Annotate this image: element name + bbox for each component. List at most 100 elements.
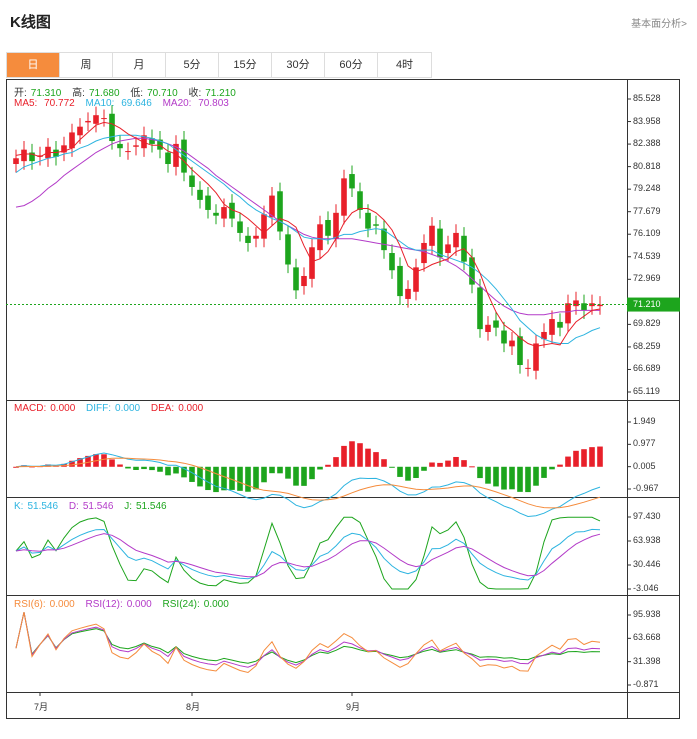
ma5-value: 70.772 (44, 98, 75, 109)
candle-body-33 (277, 191, 283, 232)
rsi6-value: 0.000 (49, 599, 75, 610)
candle-body-51 (421, 242, 427, 264)
macd-bar-54 (445, 460, 451, 467)
price-axis-label-2: 82.388 (633, 138, 661, 149)
macd-bar-56 (461, 460, 467, 467)
tab-3[interactable]: 5分 (166, 53, 219, 77)
macd-bar-26 (221, 466, 227, 491)
candle-body-61 (501, 330, 507, 344)
j-label: J: (124, 501, 132, 512)
macd-bar-35 (293, 466, 299, 486)
dea-label: DEA: (150, 403, 175, 414)
macd-bar-12 (109, 459, 115, 467)
candle-body-30 (253, 235, 259, 239)
macd-bar-18 (157, 466, 163, 472)
candle-body-69 (565, 303, 571, 324)
macd-bar-64 (525, 466, 531, 493)
macd-bar-70 (573, 450, 579, 467)
macd-bar-33 (277, 466, 283, 474)
macd-bar-59 (485, 466, 491, 484)
j-value: 51.546 (135, 501, 167, 512)
tab-4[interactable]: 15分 (219, 53, 272, 77)
price-axis-label-0: 85.528 (633, 93, 661, 103)
macd-bar-30 (253, 466, 259, 490)
ma10-label: MA10: (85, 98, 115, 109)
macd-bar-66 (541, 466, 547, 478)
ma5-label: MA5: (14, 98, 38, 109)
macd-bar-72 (589, 447, 595, 467)
candle-body-25 (213, 212, 219, 216)
price-axis-label-11: 66.689 (633, 363, 661, 374)
candle-body-0 (13, 158, 19, 165)
candle-body-48 (397, 265, 403, 297)
macd-bar-17 (149, 466, 155, 471)
kdj-axis-label-0: 97.430 (633, 511, 661, 521)
rsi-info: RSI(6): 0.000 RSI(12): 0.000 RSI(24): 0.000 (14, 599, 237, 610)
ma-info: MA5: 70.772 MA10: 69.646 MA20: 70.803 (14, 98, 237, 109)
candle-body-59 (485, 324, 491, 332)
macd-bar-32 (269, 466, 275, 474)
macd-axis-label-1: 0.977 (633, 438, 656, 449)
d-label: D: (68, 501, 79, 512)
ma5-line (15, 121, 601, 347)
rsi-axis-label-0: 95.938 (633, 609, 661, 619)
tab-5[interactable]: 30分 (272, 53, 325, 77)
k-line (15, 528, 601, 581)
macd-bar-19 (165, 466, 171, 476)
rsi12-label: RSI(12): (85, 599, 123, 610)
tab-0[interactable]: 日 (7, 53, 60, 77)
candle-body-8 (77, 126, 83, 136)
tab-6[interactable]: 60分 (325, 53, 378, 77)
rsi-axis-label-2: 31.398 (633, 655, 661, 666)
fundamental-analysis-link[interactable]: 基本面分析> (631, 15, 687, 30)
macd-bar-58 (477, 466, 483, 479)
tab-1[interactable]: 周 (60, 53, 113, 77)
candle-body-47 (389, 253, 395, 271)
macd-bar-20 (173, 466, 179, 474)
candle-body-10 (93, 115, 99, 124)
candle-body-14 (125, 151, 131, 153)
price-axis-label-1: 83.958 (633, 115, 661, 126)
ma20-line (15, 137, 600, 316)
ma10-line (15, 134, 601, 344)
macd-bar-52 (429, 462, 435, 467)
rsi24-value: 0.000 (203, 599, 229, 610)
macd-bar-29 (245, 466, 251, 492)
tab-2[interactable]: 月 (113, 53, 166, 77)
dea-value: 0.000 (178, 403, 204, 414)
macd-bar-73 (597, 446, 603, 467)
candle-body-9 (85, 120, 91, 123)
kdj-axis-label-1: 63.938 (633, 535, 661, 545)
kdj-info: K: 51.546 D: 51.546 J: 51.546 (14, 501, 175, 512)
macd-bar-63 (517, 466, 523, 492)
price-axis-label-10: 68.259 (633, 340, 661, 351)
candle-body-26 (221, 207, 227, 219)
macd-bar-65 (533, 466, 539, 486)
k-label: K: (14, 501, 24, 512)
j-line (15, 516, 601, 590)
timeframe-tabs: 日周月 5分 15分 30分 60分 4时 (6, 52, 432, 78)
candle-body-68 (557, 321, 563, 328)
tab-7[interactable]: 4时 (378, 53, 431, 77)
candle-body-41 (341, 178, 347, 216)
candle-body-11 (101, 118, 107, 120)
macd-bar-48 (397, 466, 403, 477)
candle-body-55 (453, 232, 459, 248)
candle-body-15 (133, 145, 139, 147)
macd-bar-42 (349, 441, 355, 467)
macd-value: 0.000 (50, 403, 76, 414)
rsi-axis-label-3: -0.871 (633, 679, 659, 689)
rsi6-label: RSI(6): (14, 599, 46, 610)
price-axis-label-7: 74.539 (633, 250, 661, 261)
kline-chart[interactable]: 开: 71.310 高: 71.680 低: 70.710 收: 71.210 MA5:… (6, 79, 680, 719)
candle-body-62 (509, 340, 515, 347)
candle-body-39 (325, 219, 331, 236)
x-axis-label-1: 8月 (186, 702, 201, 712)
macd-bar-61 (501, 466, 507, 490)
rsi-axis-label-1: 63.668 (633, 632, 661, 643)
price-axis-label-12: 65.119 (633, 386, 660, 396)
macd-label: MACD: (14, 403, 47, 414)
candle-body-70 (573, 300, 579, 307)
price-axis-label-5: 77.679 (633, 205, 661, 216)
d-value: 51.546 (82, 501, 114, 512)
